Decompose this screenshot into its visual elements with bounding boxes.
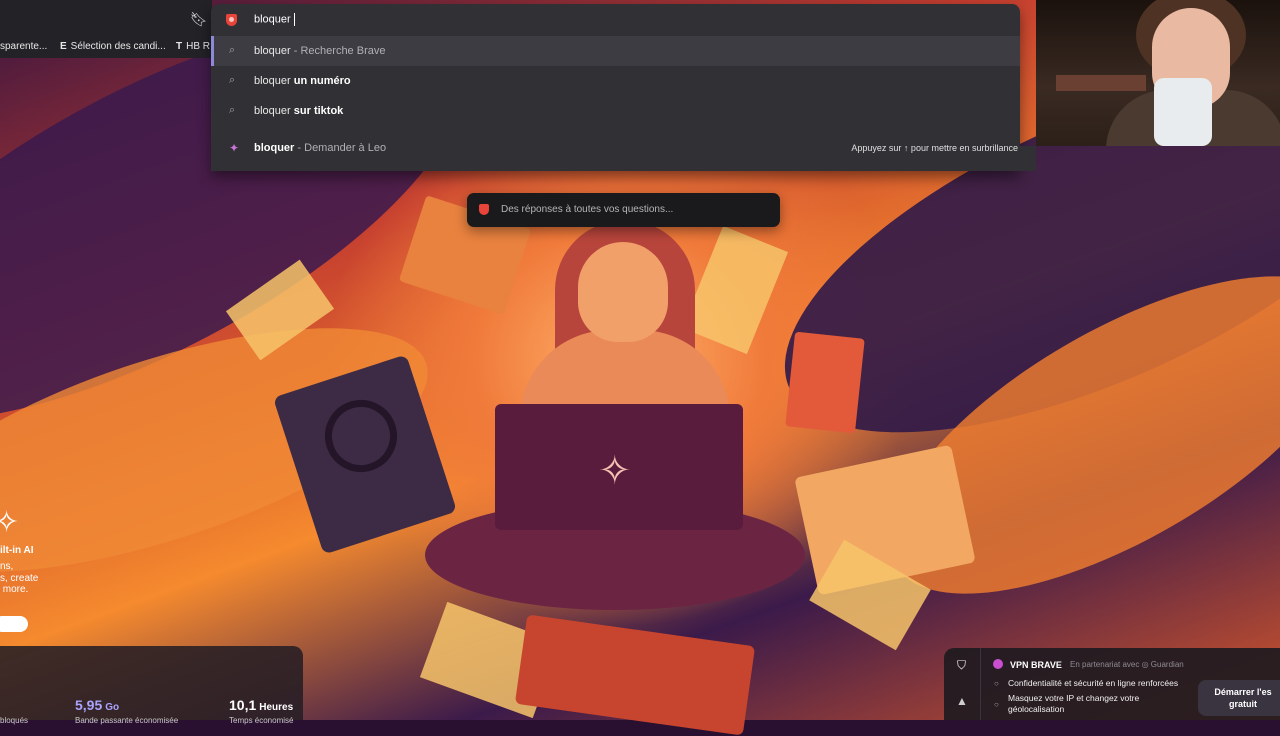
vpn-feature: Confidentialité et sécurité en ligne ren…: [1008, 678, 1179, 688]
search-icon: ⌕: [229, 104, 236, 116]
time-saved-value: 10,1 Heures: [229, 697, 294, 713]
text-caret: [293, 13, 295, 26]
address-bar[interactable]: bloquer: [211, 4, 1020, 36]
stat-label: Temps économisé: [229, 716, 294, 725]
suggestion-completion: un numéro: [293, 75, 351, 87]
promo-button[interactable]: [0, 616, 28, 632]
shield-icon[interactable]: ⛉: [957, 658, 966, 673]
ask-leo-placeholder: Des réponses à toutes vos questions...: [501, 204, 674, 215]
bookmark-favicon-icon: E: [60, 41, 67, 52]
bandwidth-saved-value: 5,95 Go: [75, 697, 120, 713]
search-icon: ⌕: [229, 74, 236, 86]
vpn-partner: En partenariat avec ◎ Guardian: [1070, 660, 1184, 669]
webcam-background-shelf: [1056, 75, 1146, 91]
warning-icon[interactable]: ▲: [956, 694, 968, 708]
address-bar-dropdown: bloquer ⌕ bloquer - Recherche Brave ⌕ bl…: [211, 4, 1020, 171]
suggestion-item[interactable]: ⌕ bloquer un numéro: [211, 66, 1020, 96]
suggestion-text: bloquer: [254, 75, 294, 87]
start-trial-button[interactable]: Démarrer l'es gratuit: [1198, 680, 1280, 716]
leo-ai-icon: ✦: [229, 141, 240, 155]
bookmark-item[interactable]: T HB R: [176, 41, 210, 52]
suggestion-text: bloquer: [254, 45, 291, 57]
brave-logo-icon: [479, 204, 489, 215]
brave-shields-icon[interactable]: [226, 14, 237, 26]
address-bar-dropdown-edge: [1020, 146, 1036, 171]
vpn-feature: Masquez votre IP et changez votre géoloc…: [1008, 693, 1140, 714]
bookmarks-bar: sparente... E Sélection des candi... T HB …: [0, 36, 212, 58]
suggestion-text: bloquer: [254, 105, 294, 117]
check-icon: ○: [994, 679, 999, 688]
leo-promo-card: ✧ ilt-in AI ns, s, create more.: [0, 505, 80, 635]
suggestion-source: - Demander à Leo: [294, 142, 387, 154]
suggestion-completion: sur tiktok: [293, 105, 344, 117]
sparkle-icon: ✧: [0, 506, 20, 539]
illustration-book: [785, 331, 865, 434]
suggestion-source: - Recherche Brave: [290, 45, 386, 57]
divider: [980, 648, 981, 720]
vpn-logo-icon: [993, 659, 1003, 669]
bookmark-favicon-icon: T: [176, 41, 183, 52]
webcam-overlay: [1036, 0, 1280, 146]
stat-label: bloqués: [0, 716, 29, 725]
webcam-person-scarf: [1154, 78, 1212, 146]
stat-label: Bande passante économisée: [75, 716, 179, 725]
sparkle-icon: ✧: [598, 449, 632, 493]
vpn-widget: ⛉ ▲ VPN BRAVE En partenariat avec ◎ Guar…: [944, 648, 1280, 720]
promo-title: ilt-in AI: [0, 545, 34, 556]
bookmark-icon[interactable]: 🔖︎: [190, 11, 208, 27]
search-icon: ⌕: [229, 44, 236, 56]
suggestion-item[interactable]: ⌕ bloquer - Recherche Brave: [211, 36, 1020, 66]
bookmark-item[interactable]: sparente...: [0, 41, 47, 52]
check-icon: ○: [994, 700, 999, 709]
vpn-title: VPN BRAVE: [1010, 660, 1062, 670]
ask-leo-suggestion[interactable]: ✦ bloquer - Demander à Leo Appuyez sur ↑…: [211, 133, 1020, 163]
ask-leo-input[interactable]: Des réponses à toutes vos questions...: [467, 193, 780, 227]
promo-description: ns, s, create more.: [0, 561, 39, 595]
suggestion-item[interactable]: ⌕ bloquer sur tiktok: [211, 96, 1020, 126]
toolbar-left: 🔖︎: [0, 0, 212, 36]
privacy-stats-card: bloqués 5,95 Go Bande passante économisée…: [0, 646, 303, 725]
keyboard-hint: Appuyez sur ↑ pour mettre en surbrillanc…: [851, 143, 1018, 153]
bookmark-item[interactable]: E Sélection des candi...: [60, 41, 166, 52]
suggestion-text: bloquer: [254, 142, 295, 154]
illustration-figure-head: [578, 242, 668, 342]
address-input[interactable]: bloquer: [254, 13, 295, 26]
